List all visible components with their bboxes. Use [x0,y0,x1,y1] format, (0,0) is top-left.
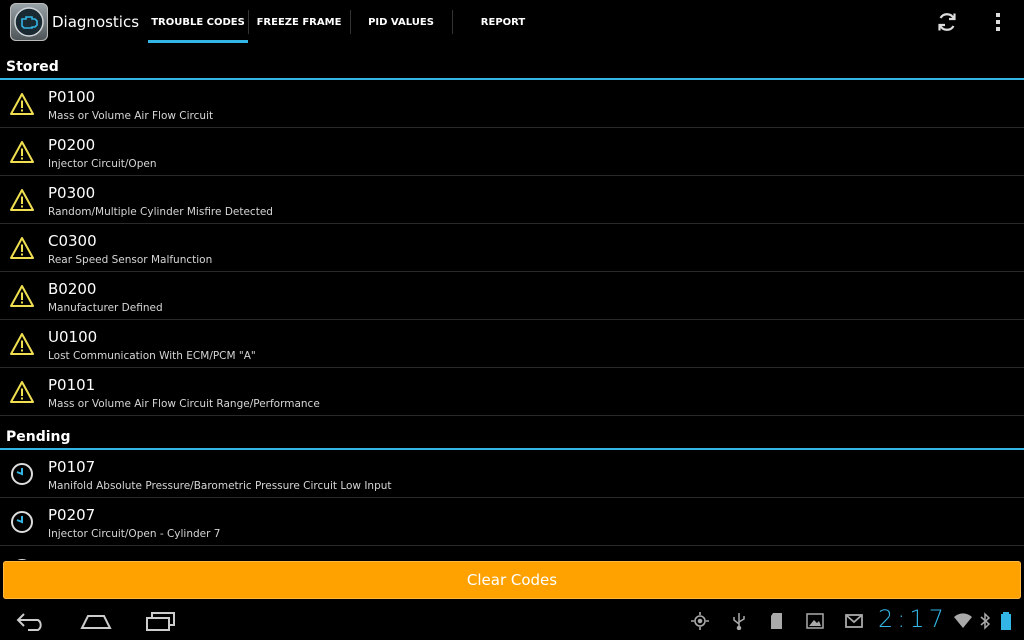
stored-codes: P0100 Mass or Volume Air Flow Circuit P020… [0,80,1024,416]
trouble-code: P0200 [48,136,96,154]
wifi-icon [954,612,972,630]
warning-icon [10,284,34,308]
tab-label: PID VALUES [368,16,434,28]
engine-check-icon[interactable] [10,3,48,41]
trouble-code-row[interactable]: P0107 Manifold Absolute Pressure/Barometr… [0,450,1024,498]
trouble-code-row[interactable]: P0300 Random/Multiple Cylinder Misfire De… [0,176,1024,224]
trouble-code-row[interactable] [0,546,1024,560]
section-header-stored: Stored [0,56,1024,80]
trouble-code: P0101 [48,376,96,394]
tab-pid-values[interactable]: PID VALUES [351,0,451,44]
trouble-code-row[interactable]: P0207 Injector Circuit/Open - Cylinder 7 [0,498,1024,546]
bluetooth-icon [976,612,994,630]
warning-icon [10,380,34,404]
section-header-pending: Pending [0,426,1024,450]
selected-tab-indicator [148,40,248,43]
tab-report[interactable]: REPORT [453,0,553,44]
trouble-code: B0200 [48,280,97,298]
trouble-code-description: Mass or Volume Air Flow Circuit [48,110,214,122]
trouble-code-row[interactable]: P0100 Mass or Volume Air Flow Circuit [0,80,1024,128]
clock-icon [10,510,34,534]
trouble-code-description: Rear Speed Sensor Malfunction [48,254,213,266]
warning-icon [10,92,34,116]
trouble-code-row[interactable]: B0200 Manufacturer Defined [0,272,1024,320]
trouble-code-row[interactable]: P0101 Mass or Volume Air Flow Circuit Ran… [0,368,1024,416]
clock-icon [10,558,34,560]
trouble-code: P0207 [48,506,96,524]
tab-label: TROUBLE CODES [151,16,245,28]
warning-icon [10,140,34,164]
warning-icon [10,188,34,212]
trouble-code-description: Injector Circuit/Open - Cylinder 7 [48,528,221,540]
trouble-code-description: Manifold Absolute Pressure/Barometric Pr… [48,480,392,492]
app-title: Diagnostics [52,13,140,31]
usb-icon [730,612,748,631]
gmail-icon [845,612,863,630]
tab-label: FREEZE FRAME [256,16,342,28]
trouble-code: P0300 [48,184,96,202]
refresh-icon[interactable] [935,10,959,34]
trouble-code-description: Injector Circuit/Open [48,158,157,170]
back-icon[interactable] [14,610,50,632]
gps-icon [691,612,709,630]
trouble-code: P0107 [48,458,96,476]
trouble-code: C0300 [48,232,97,250]
trouble-code-description: Mass or Volume Air Flow Circuit Range/Pe… [48,398,320,410]
sd-card-icon [768,612,786,630]
action-bar: Diagnostics TROUBLE CODES FREEZE FRAME P… [0,0,1024,44]
battery-icon [997,612,1015,630]
recent-apps-icon[interactable] [142,610,178,632]
trouble-code-row[interactable]: U0100 Lost Communication With ECM/PCM "A" [0,320,1024,368]
trouble-code-row[interactable]: C0300 Rear Speed Sensor Malfunction [0,224,1024,272]
trouble-code-description: Lost Communication With ECM/PCM "A" [48,350,256,362]
tab-trouble-codes[interactable]: TROUBLE CODES [148,0,248,44]
system-bar: 2:17 [0,600,1024,640]
trouble-code-description: Random/Multiple Cylinder Misfire Detecte… [48,206,273,218]
trouble-code: P0100 [48,88,96,106]
clear-codes-button[interactable]: Clear Codes [3,561,1021,599]
warning-icon [10,236,34,260]
status-clock: 2:17 [878,605,948,633]
image-icon [806,612,824,630]
home-icon[interactable] [78,610,114,632]
pending-codes: P0107 Manifold Absolute Pressure/Barometr… [0,450,1024,560]
tab-label: REPORT [480,16,526,28]
overflow-menu-icon[interactable] [986,10,1010,34]
trouble-code-list[interactable]: Stored P0100 Mass or Volume Air Flow Circ… [0,56,1024,560]
tab-freeze-frame[interactable]: FREEZE FRAME [249,0,349,44]
trouble-code-row[interactable]: P0200 Injector Circuit/Open [0,128,1024,176]
clock-icon [10,462,34,486]
trouble-code: U0100 [48,328,98,346]
trouble-code-description: Manufacturer Defined [48,302,163,314]
warning-icon [10,332,34,356]
